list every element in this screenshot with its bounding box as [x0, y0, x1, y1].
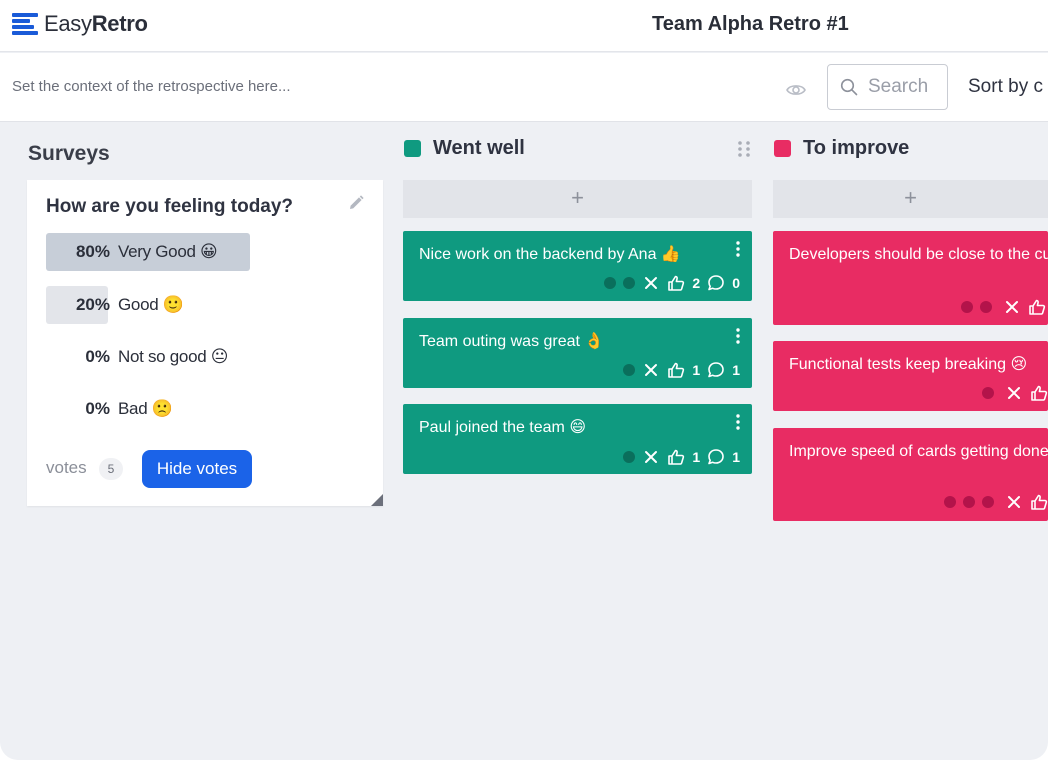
sort-by-dropdown[interactable]: Sort by c	[968, 76, 1043, 98]
surveys-title: Surveys	[28, 142, 110, 165]
card-footer: 1 1	[623, 447, 740, 467]
retro-card[interactable]: Nice work on the backend by Ana 👍 2 0	[403, 231, 752, 301]
eye-icon[interactable]	[786, 81, 806, 99]
thumbs-up-icon[interactable]	[1028, 298, 1046, 316]
column-title[interactable]: To improve	[803, 137, 909, 160]
card-text: Improve speed of cards getting done on K…	[789, 443, 1048, 460]
resize-handle[interactable]	[371, 494, 383, 506]
vote-dot	[604, 277, 617, 289]
card-footer	[982, 383, 1048, 403]
survey-option-percent: 0%	[85, 399, 110, 418]
logo-icon	[12, 12, 38, 36]
close-icon[interactable]	[1005, 384, 1023, 402]
column-title[interactable]: Went well	[433, 137, 525, 160]
retro-card[interactable]: Developers should be close to the custom…	[773, 231, 1048, 325]
context-bar: Set the context of the retrospective her…	[0, 53, 1048, 122]
drag-handle-icon[interactable]	[736, 140, 752, 158]
survey-option-percent: 80%	[75, 242, 110, 261]
more-vertical-icon[interactable]	[736, 241, 740, 257]
more-vertical-icon[interactable]	[736, 414, 740, 430]
comment-icon[interactable]	[707, 274, 725, 292]
context-input[interactable]: Set the context of the retrospective her…	[12, 78, 291, 95]
card-footer: 1 1	[623, 360, 740, 380]
thumbs-up-icon[interactable]	[1030, 384, 1048, 402]
votes-label: votes	[46, 458, 87, 477]
add-card-button[interactable]: +	[773, 180, 1048, 218]
column-color-swatch[interactable]	[774, 140, 791, 157]
like-count: 2	[692, 275, 701, 291]
votes-count-badge: 5	[99, 458, 123, 480]
survey-question: How are you feeling today?	[46, 196, 294, 217]
logo[interactable]: EasyRetro	[12, 10, 148, 38]
vote-dot	[623, 364, 636, 376]
comment-icon[interactable]	[707, 448, 725, 466]
comment-count: 1	[732, 449, 740, 465]
comment-icon[interactable]	[707, 361, 725, 379]
card-footer	[961, 297, 1046, 317]
retro-card[interactable]: Team outing was great 👌 1 1	[403, 318, 752, 388]
search-icon	[840, 78, 858, 96]
pencil-icon[interactable]	[347, 194, 365, 212]
close-icon[interactable]	[1003, 298, 1021, 316]
add-card-button[interactable]: +	[403, 180, 752, 218]
vote-dot	[963, 496, 975, 508]
survey-option-percent: 20%	[75, 295, 110, 314]
vote-dot	[961, 301, 973, 313]
retro-card[interactable]: Paul joined the team 😄 1 1	[403, 404, 752, 474]
comment-count: 0	[732, 275, 740, 291]
vote-dot	[982, 387, 994, 399]
card-text: Nice work on the backend by Ana 👍	[419, 246, 681, 263]
card-footer	[944, 492, 1048, 512]
retro-card[interactable]: Improve speed of cards getting done on K…	[773, 428, 1048, 521]
logo-text: EasyRetro	[44, 11, 148, 37]
vote-dot	[980, 301, 992, 313]
like-count: 1	[692, 362, 701, 378]
more-vertical-icon[interactable]	[736, 328, 740, 344]
column-header-went-well: Went well	[404, 137, 525, 160]
hide-votes-button[interactable]: Hide votes	[142, 450, 252, 488]
comment-count: 1	[732, 362, 740, 378]
close-icon[interactable]	[642, 274, 660, 292]
vote-dot	[982, 496, 994, 508]
app-frame: EasyRetro Team Alpha Retro #1 Set the co…	[0, 0, 1048, 760]
thumbs-up-icon[interactable]	[667, 274, 685, 292]
logo-word-retro: Retro	[91, 11, 148, 36]
close-icon[interactable]	[642, 361, 660, 379]
survey-option-good[interactable]: 20% Good 🙂	[46, 286, 301, 324]
survey-option-label: Bad 🙁	[118, 399, 173, 418]
vote-dot	[623, 277, 636, 289]
close-icon[interactable]	[642, 448, 660, 466]
top-header: EasyRetro Team Alpha Retro #1	[0, 0, 1048, 52]
card-text: Functional tests keep breaking 😢	[789, 356, 1028, 373]
card-footer: 2 0	[604, 273, 740, 293]
survey-option-label: Not so good 😐	[118, 347, 229, 366]
thumbs-up-icon[interactable]	[1030, 493, 1048, 511]
thumbs-up-icon[interactable]	[667, 448, 685, 466]
vote-dot	[623, 451, 636, 463]
thumbs-up-icon[interactable]	[667, 361, 685, 379]
survey-option-not-so-good[interactable]: 0% Not so good 😐	[46, 338, 301, 376]
card-text: Team outing was great 👌	[419, 333, 605, 350]
search-input[interactable]: Search	[868, 76, 928, 98]
survey-option-percent: 0%	[85, 347, 110, 366]
survey-option-label: Very Good 😀	[118, 242, 218, 261]
column-color-swatch[interactable]	[404, 140, 421, 157]
survey-option-bad[interactable]: 0% Bad 🙁	[46, 390, 301, 428]
retro-card[interactable]: Functional tests keep breaking 😢	[773, 341, 1048, 411]
close-icon[interactable]	[1005, 493, 1023, 511]
search-box[interactable]: Search	[827, 64, 948, 110]
board-title[interactable]: Team Alpha Retro #1	[652, 13, 849, 36]
survey-option-very-good[interactable]: 80% Very Good 😀	[46, 233, 301, 271]
survey-card: How are you feeling today? 80% Very Good…	[27, 180, 383, 506]
like-count: 1	[692, 449, 701, 465]
logo-word-easy: Easy	[44, 11, 92, 36]
survey-option-label: Good 🙂	[118, 295, 184, 314]
column-header-to-improve: To improve	[774, 137, 909, 160]
card-text: Developers should be close to the custom…	[789, 246, 1048, 263]
card-text: Paul joined the team 😄	[419, 419, 586, 436]
vote-dot	[944, 496, 956, 508]
